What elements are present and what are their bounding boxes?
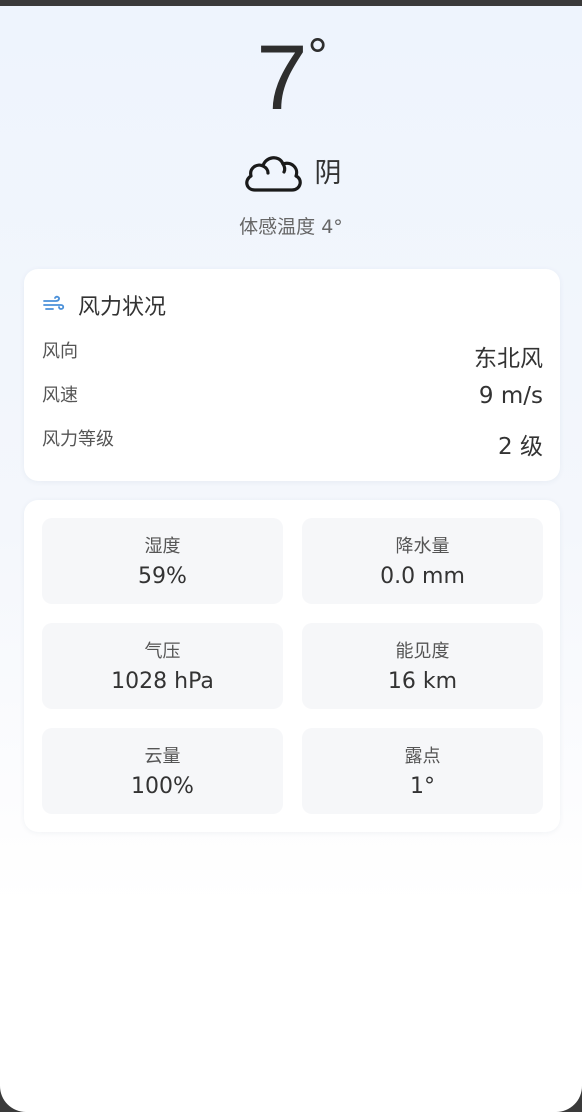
- wind-speed-row: 风速 9 m/s: [42, 381, 543, 411]
- wind-level-value: 2 级: [498, 434, 543, 460]
- precipitation-value: 0.0 mm: [380, 564, 465, 589]
- visibility-value: 16 km: [387, 669, 458, 694]
- degree-symbol: °: [307, 28, 328, 84]
- visibility-tile: 能见度 16 km: [302, 623, 543, 709]
- wind-speed-value: 9 m/s: [478, 383, 543, 409]
- cloud-cover-label: 云量: [144, 746, 181, 767]
- cloud-cover-value: 100%: [131, 774, 194, 799]
- current-temperature: 7°: [0, 28, 582, 142]
- wind-direction-label: 风向: [42, 341, 78, 362]
- cloudy-icon: [241, 144, 305, 200]
- temperature-value: 7: [256, 27, 307, 129]
- condition-row: 阴: [0, 144, 582, 200]
- dew-point-tile: 露点 1°: [302, 728, 543, 814]
- dew-point-label: 露点: [404, 746, 441, 767]
- wind-level-row: 风力等级 2 级: [42, 425, 543, 460]
- weather-details-card: 湿度 59% 降水量 0.0 mm 气压 1028 hPa 能见度 16 km …: [24, 500, 560, 832]
- pressure-value: 1028 hPa: [111, 669, 214, 694]
- wind-level-label: 风力等级: [42, 429, 114, 450]
- humidity-value: 59%: [138, 564, 187, 589]
- dew-point-value: 1°: [410, 774, 435, 799]
- condition-text: 阴: [314, 157, 342, 189]
- cloud-cover-tile: 云量 100%: [42, 728, 283, 814]
- wind-card-title: 风力状况: [78, 295, 167, 320]
- wind-direction-row: 风向 东北风: [42, 337, 543, 372]
- wind-card: 风力状况 风向 东北风 风速 9 m/s 风力等级 2 级: [24, 269, 560, 481]
- wind-icon: [42, 294, 66, 316]
- feels-like-text: 体感温度 4°: [239, 216, 343, 238]
- weather-screen: 7° 阴 体感温度 4° 风力状况 风向 东北风 风速 9 m/s 风力等级 2…: [0, 6, 582, 1112]
- pressure-tile: 气压 1028 hPa: [42, 623, 283, 709]
- precipitation-tile: 降水量 0.0 mm: [302, 518, 543, 604]
- wind-card-header: 风力状况: [42, 289, 166, 321]
- current-weather-hero: 7° 阴 体感温度 4°: [0, 6, 582, 256]
- wind-speed-label: 风速: [42, 385, 78, 406]
- humidity-tile: 湿度 59%: [42, 518, 283, 604]
- visibility-label: 能见度: [395, 641, 450, 662]
- precipitation-label: 降水量: [395, 536, 450, 557]
- wind-direction-value: 东北风: [474, 346, 543, 372]
- humidity-label: 湿度: [144, 536, 181, 557]
- pressure-label: 气压: [144, 641, 181, 662]
